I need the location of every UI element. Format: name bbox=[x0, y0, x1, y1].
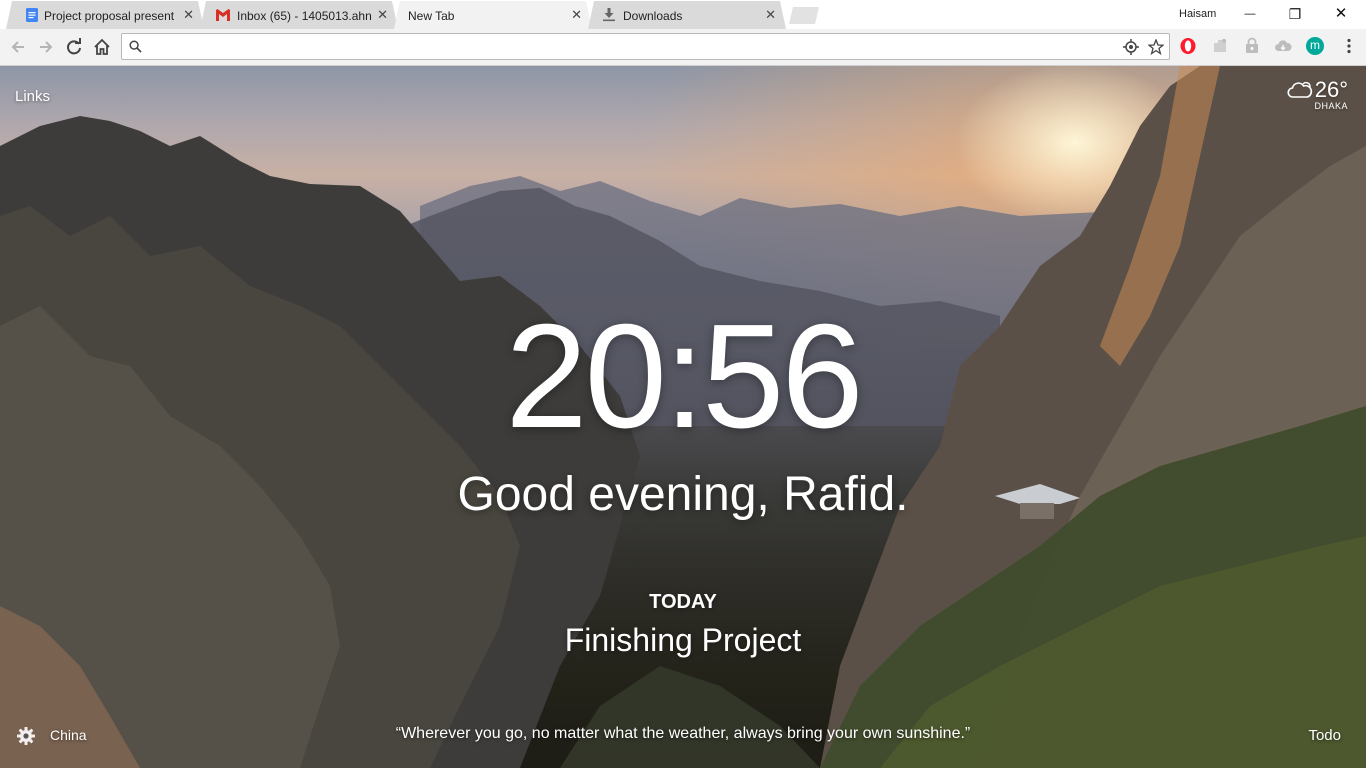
home-icon[interactable] bbox=[92, 37, 112, 57]
tab-inbox[interactable]: Inbox (65) - 1405013.ahn ✕ bbox=[200, 1, 398, 29]
weather-widget[interactable]: 26° DHAKA bbox=[1287, 77, 1348, 111]
new-tab-page: Links 26° DHAKA 20:56 Good evening, Rafi… bbox=[0, 66, 1366, 768]
new-tab-button[interactable] bbox=[789, 7, 819, 24]
tab-downloads[interactable]: Downloads ✕ bbox=[588, 1, 786, 29]
links-button[interactable]: Links bbox=[15, 88, 50, 105]
lock-extension-icon[interactable] bbox=[1243, 37, 1261, 55]
tab-close-icon[interactable]: ✕ bbox=[377, 7, 388, 23]
tab-close-icon[interactable]: ✕ bbox=[183, 7, 194, 23]
address-input[interactable] bbox=[150, 37, 1114, 59]
google-docs-icon bbox=[26, 8, 38, 22]
tab-project-proposal[interactable]: Project proposal present ✕ bbox=[6, 1, 204, 29]
focus-label: TODAY bbox=[649, 591, 717, 613]
weather-city: DHAKA bbox=[1314, 101, 1348, 111]
greeting: Good evening, Rafid. bbox=[457, 468, 909, 521]
reload-icon[interactable] bbox=[64, 37, 84, 57]
forward-icon[interactable] bbox=[36, 37, 56, 57]
focus-text[interactable]: Finishing Project bbox=[0, 622, 1366, 659]
cloud-icon bbox=[1287, 81, 1312, 98]
puzzle-extension-icon[interactable] bbox=[1211, 37, 1229, 55]
tab-title: Downloads bbox=[623, 9, 683, 23]
cloud-extension-icon[interactable] bbox=[1274, 37, 1292, 55]
minimize-button[interactable]: — bbox=[1240, 5, 1260, 23]
avatar-letter: m bbox=[1310, 38, 1320, 52]
restore-button[interactable]: ❐ bbox=[1285, 5, 1305, 23]
tab-title: Project proposal present bbox=[44, 9, 175, 23]
tab-new-tab[interactable]: New Tab ✕ bbox=[394, 1, 592, 29]
m-avatar-icon[interactable]: m bbox=[1306, 37, 1324, 55]
opera-icon[interactable] bbox=[1179, 37, 1197, 55]
tab-close-icon[interactable]: ✕ bbox=[571, 7, 582, 23]
weather-temperature: 26° bbox=[1314, 77, 1348, 102]
gmail-icon bbox=[216, 9, 230, 21]
profile-name[interactable]: Haisam bbox=[1179, 8, 1216, 20]
clock: 20:56 bbox=[505, 294, 863, 459]
tab-close-icon[interactable]: ✕ bbox=[765, 7, 776, 23]
location-target-icon[interactable] bbox=[1123, 39, 1139, 55]
tab-strip: Project proposal present ✕ Inbox (65) - … bbox=[0, 0, 1366, 29]
todo-button[interactable]: Todo bbox=[1308, 727, 1341, 744]
bookmark-star-icon[interactable] bbox=[1148, 39, 1164, 55]
close-window-button[interactable]: ✕ bbox=[1331, 5, 1351, 23]
tab-title: New Tab bbox=[408, 9, 455, 23]
address-bar[interactable] bbox=[121, 33, 1170, 60]
back-icon[interactable] bbox=[8, 37, 28, 57]
search-icon bbox=[129, 40, 142, 53]
browser-toolbar: m bbox=[0, 29, 1366, 66]
quote[interactable]: “Wherever you go, no matter what the wea… bbox=[0, 725, 1366, 743]
menu-kebab-icon[interactable] bbox=[1340, 37, 1358, 55]
download-icon bbox=[603, 8, 615, 22]
tab-title: Inbox (65) - 1405013.ahn bbox=[237, 9, 372, 23]
